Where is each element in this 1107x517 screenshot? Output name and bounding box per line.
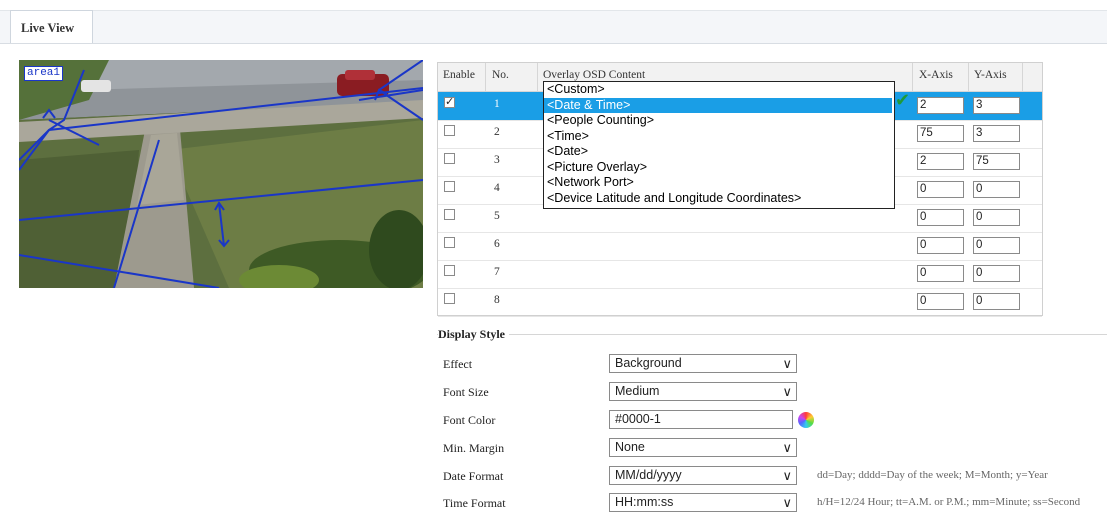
- header-no: No.: [492, 69, 509, 81]
- chevron-down-icon: ∨: [782, 356, 792, 371]
- font-size-label: Font Size: [443, 385, 489, 399]
- dropdown-option[interactable]: <Time>: [544, 129, 892, 145]
- y-axis-input[interactable]: 0: [973, 237, 1020, 254]
- font-size-value: Medium: [615, 384, 660, 398]
- x-axis-input[interactable]: 0: [917, 181, 964, 198]
- y-axis-input[interactable]: 75: [973, 153, 1020, 170]
- effect-label: Effect: [443, 357, 473, 371]
- font-size-select[interactable]: Medium ∨: [609, 382, 797, 401]
- min-margin-select[interactable]: None ∨: [609, 438, 797, 457]
- header-x-axis: X-Axis: [919, 69, 953, 81]
- x-axis-input[interactable]: 0: [917, 293, 964, 310]
- y-axis-input[interactable]: 0: [973, 181, 1020, 198]
- dropdown-option-selected[interactable]: <Date & Time>: [544, 97, 892, 113]
- effect-value: Background: [615, 356, 682, 370]
- y-axis-input[interactable]: 3: [973, 97, 1020, 114]
- area-label: area1: [24, 66, 64, 81]
- live-video-preview[interactable]: [19, 60, 423, 288]
- effect-select[interactable]: Background ∨: [609, 354, 797, 373]
- enable-checkbox[interactable]: [444, 293, 455, 304]
- header-enable: Enable: [443, 69, 475, 81]
- y-axis-input[interactable]: 0: [973, 209, 1020, 226]
- tab-live-view[interactable]: Live View: [10, 10, 93, 43]
- color-picker-icon[interactable]: [798, 412, 814, 428]
- header-content: Overlay OSD Content: [543, 69, 646, 81]
- chevron-down-icon: ∨: [782, 495, 792, 510]
- display-style-divider: [437, 334, 1107, 335]
- time-format-label: Time Format: [443, 496, 506, 510]
- dropdown-option[interactable]: <Network Port>: [544, 175, 892, 191]
- x-axis-input[interactable]: 75: [917, 125, 964, 142]
- x-axis-input[interactable]: 2: [917, 97, 964, 114]
- chevron-down-icon: ∨: [782, 440, 792, 455]
- row-number: 6: [494, 238, 500, 250]
- x-axis-input[interactable]: 0: [917, 237, 964, 254]
- date-format-hint: dd=Day; dddd=Day of the week; M=Month; y…: [817, 469, 1048, 481]
- header-divider: [537, 63, 538, 91]
- font-color-label: Font Color: [443, 413, 496, 427]
- row-number: 8: [494, 294, 500, 306]
- date-format-select[interactable]: MM/dd/yyyy ∨: [609, 466, 797, 485]
- row-number: 4: [494, 182, 500, 194]
- row-number: 7: [494, 266, 500, 278]
- row-number: 3: [494, 154, 500, 166]
- y-axis-input[interactable]: 0: [973, 265, 1020, 282]
- y-axis-input[interactable]: 3: [973, 125, 1020, 142]
- row-number: 5: [494, 210, 500, 222]
- y-axis-input[interactable]: 0: [973, 293, 1020, 310]
- chevron-down-icon: ∨: [782, 384, 792, 399]
- min-margin-label: Min. Margin: [443, 441, 505, 455]
- chevron-down-icon: ∨: [782, 468, 792, 483]
- dropdown-option[interactable]: <People Counting>: [544, 113, 892, 129]
- time-format-hint: h/H=12/24 Hour; tt=A.M. or P.M.; mm=Minu…: [817, 496, 1081, 508]
- header-divider: [485, 63, 486, 91]
- row-number: 1: [494, 98, 500, 110]
- x-axis-input[interactable]: 2: [917, 153, 964, 170]
- dropdown-option[interactable]: <Date>: [544, 144, 892, 160]
- date-format-label: Date Format: [443, 469, 504, 483]
- header-divider: [968, 63, 969, 91]
- enable-checkbox[interactable]: [444, 95, 455, 108]
- time-format-value: HH:mm:ss: [615, 495, 674, 509]
- dropdown-option[interactable]: <Device Latitude and Longitude Coordinat…: [544, 191, 892, 207]
- enable-checkbox[interactable]: [444, 209, 455, 220]
- enable-checkbox[interactable]: [444, 125, 455, 136]
- enable-checkbox[interactable]: [444, 237, 455, 248]
- enable-checkbox[interactable]: [444, 181, 455, 192]
- header-divider: [1022, 63, 1023, 91]
- header-divider: [912, 63, 913, 91]
- enable-checkbox[interactable]: [444, 265, 455, 276]
- x-axis-input[interactable]: 0: [917, 209, 964, 226]
- x-axis-input[interactable]: 0: [917, 265, 964, 282]
- date-format-value: MM/dd/yyyy: [615, 468, 682, 482]
- dropdown-option[interactable]: <Picture Overlay>: [544, 160, 892, 176]
- dropdown-option[interactable]: <Custom>: [544, 82, 892, 98]
- tab-bar: [0, 10, 1107, 44]
- header-y-axis: Y-Axis: [974, 69, 1007, 81]
- enable-checkbox[interactable]: [444, 153, 455, 164]
- check-icon[interactable]: ✔: [895, 90, 910, 111]
- display-style-title: Display Style: [438, 327, 510, 342]
- font-color-input[interactable]: #0000-1: [609, 410, 793, 429]
- row-number: 2: [494, 126, 500, 138]
- min-margin-value: None: [615, 440, 645, 454]
- time-format-select[interactable]: HH:mm:ss ∨: [609, 493, 797, 512]
